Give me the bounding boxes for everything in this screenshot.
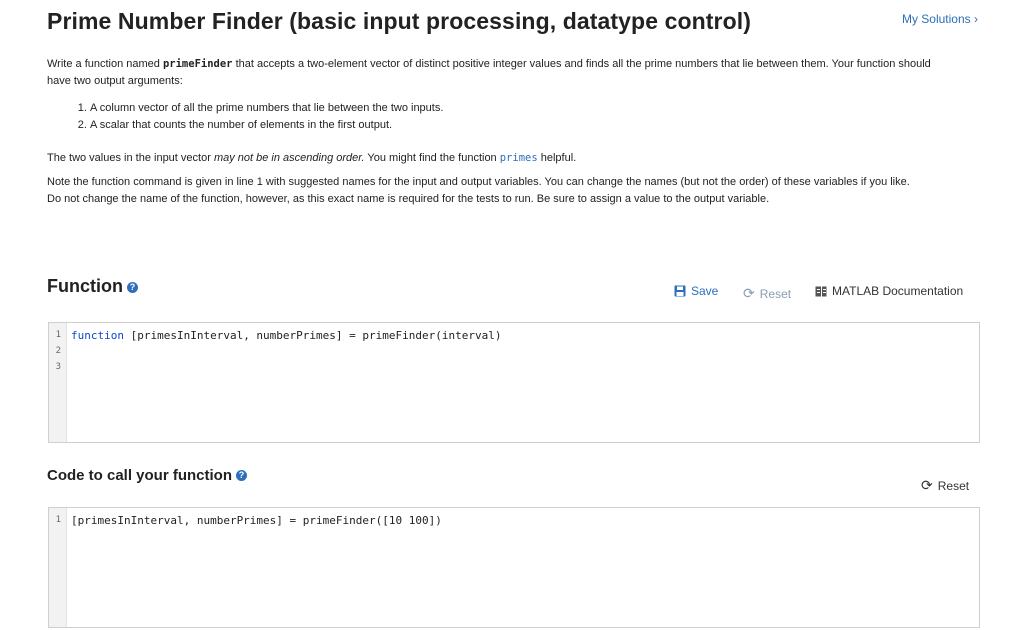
intro-paragraph: Write a function named primeFinder that … xyxy=(47,56,947,90)
call-code-editor[interactable]: 1 [primesInInterval, numberPrimes] = pri… xyxy=(48,507,980,628)
order-text-3: helpful. xyxy=(537,152,577,164)
output-list: A column vector of all the prime numbers… xyxy=(47,100,947,134)
function-title-label: Function xyxy=(47,276,123,296)
book-icon xyxy=(815,286,827,296)
reset-icon: ⟳ xyxy=(743,285,755,301)
matlab-documentation-button[interactable]: MATLAB Documentation xyxy=(815,284,963,298)
line-number: 2 xyxy=(55,346,61,356)
function-code-editor[interactable]: 1 2 3 function [primesInInterval, number… xyxy=(48,322,980,443)
reset-label: Reset xyxy=(937,478,970,493)
save-label: Save xyxy=(691,284,719,298)
call-title-label: Code to call your function xyxy=(47,467,233,484)
reset-button[interactable]: ⟳ Reset xyxy=(743,285,791,302)
reset-label: Reset xyxy=(759,286,792,301)
reset-icon: ⟳ xyxy=(921,477,933,493)
line-number-gutter: 1 xyxy=(49,508,67,627)
code-line[interactable] xyxy=(71,361,979,377)
code-line[interactable]: function [primesInInterval, numberPrimes… xyxy=(71,329,979,345)
order-emphasis: may not be in ascending order. xyxy=(213,152,365,164)
code-line[interactable]: [primesInInterval, numberPrimes] = prime… xyxy=(71,514,979,530)
my-solutions-link[interactable]: My Solutions › xyxy=(902,12,978,26)
help-icon[interactable]: ? xyxy=(126,282,138,293)
save-button[interactable]: Save xyxy=(674,284,718,298)
doc-label: MATLAB Documentation xyxy=(832,284,964,298)
help-icon[interactable]: ? xyxy=(236,470,248,481)
my-solutions-label: My Solutions xyxy=(901,12,971,26)
list-item: A scalar that counts the number of eleme… xyxy=(90,117,947,134)
code-line[interactable] xyxy=(71,345,979,361)
order-text-2: You might find the function xyxy=(364,152,500,164)
code-text: [primesInInterval, numberPrimes] = prime… xyxy=(123,329,502,342)
code-keyword: function xyxy=(71,329,124,342)
problem-page: Prime Number Finder (basic input process… xyxy=(0,0,1024,630)
note-line-2: Do not change the name of the function, … xyxy=(47,193,770,205)
function-name-code: primeFinder xyxy=(162,58,233,70)
order-text-1: The two values in the input vector xyxy=(47,152,214,164)
order-paragraph: The two values in the input vector may n… xyxy=(47,150,947,167)
function-section-title: Function? xyxy=(47,276,138,297)
line-number: 3 xyxy=(55,362,61,372)
chevron-right-icon: › xyxy=(974,12,978,26)
page-title: Prime Number Finder (basic input process… xyxy=(47,8,751,34)
note-line-1: Note the function command is given in li… xyxy=(47,176,910,188)
list-item: A column vector of all the prime numbers… xyxy=(90,100,947,117)
line-number: 1 xyxy=(55,515,61,525)
problem-description: Write a function named primeFinder that … xyxy=(47,56,947,208)
line-number: 1 xyxy=(55,330,61,340)
code-area[interactable]: function [primesInInterval, numberPrimes… xyxy=(67,323,979,442)
call-section-title: Code to call your function? xyxy=(47,467,248,484)
intro-text-1: Write a function named xyxy=(47,58,163,70)
call-reset-button[interactable]: ⟳ Reset xyxy=(921,477,969,494)
primes-function-link[interactable]: primes xyxy=(500,152,538,164)
save-icon xyxy=(674,285,686,297)
code-area[interactable]: [primesInInterval, numberPrimes] = prime… xyxy=(67,508,979,627)
line-number-gutter: 1 2 3 xyxy=(49,323,67,442)
